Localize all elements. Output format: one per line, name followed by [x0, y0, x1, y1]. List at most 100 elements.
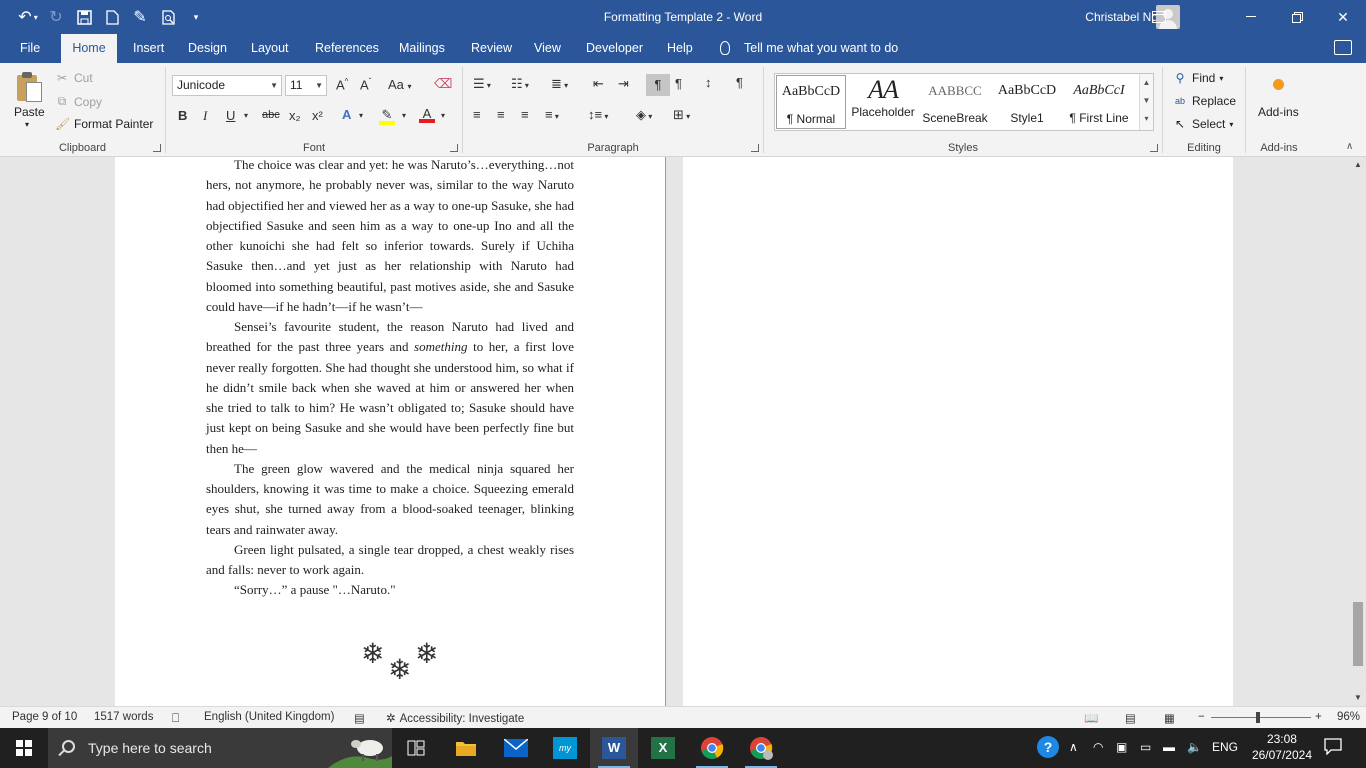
document-body[interactable]: The choice was clear and yet: he was Nar… — [206, 157, 574, 601]
style-normal[interactable]: AaBbCcD ¶ Normal — [776, 75, 846, 129]
tab-insert[interactable]: Insert — [123, 34, 174, 63]
decrease-indent-icon[interactable]: ⇤ — [593, 76, 604, 92]
replace-button[interactable]: ab Replace — [1173, 94, 1236, 108]
bold-button[interactable]: B — [178, 108, 187, 123]
tab-home[interactable]: Home — [61, 34, 117, 63]
zoom-slider[interactable] — [1211, 717, 1311, 718]
zoom-in-icon[interactable]: + — [1315, 711, 1322, 723]
page-10[interactable] — [683, 157, 1233, 706]
start-button[interactable] — [0, 728, 48, 768]
show-formatting-icon[interactable]: ¶ — [736, 75, 743, 90]
minimize-icon[interactable] — [1228, 0, 1274, 34]
myhp-icon[interactable]: my — [541, 728, 589, 768]
justify-icon[interactable]: ≡ ▾ — [545, 107, 559, 122]
zoom-out-icon[interactable]: − — [1198, 711, 1205, 723]
zoom-level[interactable]: 96% — [1337, 711, 1360, 723]
accessibility-status[interactable]: ✲ Accessibility: Investigate — [386, 711, 524, 725]
page-count[interactable]: Page 9 of 10 — [12, 711, 77, 723]
highlight-icon[interactable]: ✎ — [379, 107, 395, 125]
style-scenebreak[interactable]: AABBCC SceneBreak — [920, 75, 990, 129]
tab-review[interactable]: Review — [461, 34, 522, 63]
display-icon[interactable]: ▭ — [1140, 740, 1151, 754]
tab-view[interactable]: View — [524, 34, 571, 63]
excel-app-icon[interactable]: X — [639, 728, 687, 768]
numbering-icon[interactable]: ☷ ▾ — [511, 76, 529, 92]
font-dialog-launcher[interactable] — [450, 144, 458, 152]
wifi-icon[interactable]: ◠ — [1093, 740, 1103, 754]
styles-dialog-launcher[interactable] — [1150, 144, 1158, 152]
macro-icon[interactable]: ▤ — [354, 711, 365, 725]
camera-icon[interactable]: ▣ — [1116, 740, 1127, 754]
style-first-line[interactable]: AaBbCcI ¶ First Line — [1064, 75, 1134, 129]
paste-button[interactable]: Paste — [14, 105, 45, 119]
input-language[interactable]: ENG — [1212, 740, 1238, 754]
scroll-thumb[interactable] — [1353, 602, 1363, 666]
change-case-button[interactable]: Aa ▾ — [388, 77, 412, 92]
task-view-icon[interactable] — [392, 728, 440, 768]
web-layout-icon[interactable]: ▦ — [1164, 711, 1175, 725]
align-right-icon[interactable]: ≡ — [521, 107, 529, 122]
close-icon[interactable]: ✕ — [1320, 0, 1366, 34]
scroll-up-icon[interactable]: ▲ — [1350, 157, 1366, 173]
restore-icon[interactable] — [1274, 0, 1320, 34]
text-effects-dropdown-icon[interactable]: ▾ — [359, 111, 363, 120]
shading-icon[interactable]: ◈ ▾ — [636, 107, 652, 123]
more-styles-icon[interactable]: ▾ — [1140, 110, 1153, 128]
help-icon[interactable]: ? — [1037, 736, 1059, 758]
chevron-up-icon[interactable]: ▲ — [1140, 74, 1153, 92]
find-button[interactable]: ⚲ Find ▾ — [1173, 71, 1224, 85]
paragraph-dialog-launcher[interactable] — [751, 144, 759, 152]
clipboard-dialog-launcher[interactable] — [153, 144, 161, 152]
tab-developer[interactable]: Developer — [576, 34, 653, 63]
shrink-font-button[interactable]: Aˇ — [360, 77, 371, 92]
volume-icon[interactable]: 🔈 — [1187, 740, 1202, 754]
draw-icon[interactable]: ✎ — [126, 3, 154, 31]
bullets-icon[interactable]: ☰ ▾ — [473, 76, 491, 92]
cut-button[interactable]: ✂ Cut — [55, 71, 93, 85]
italic-button[interactable]: I — [203, 108, 207, 124]
redo-icon[interactable]: ↻ — [42, 3, 70, 31]
line-spacing-icon[interactable]: ↕≡ ▾ — [588, 107, 608, 122]
borders-icon[interactable]: ⊞ ▾ — [673, 107, 690, 123]
paste-dropdown-icon[interactable]: ▾ — [25, 120, 29, 129]
tab-file[interactable]: File — [10, 34, 50, 63]
page-9[interactable]: The choice was clear and yet: he was Nar… — [115, 157, 665, 706]
battery-icon[interactable]: ▬ — [1163, 740, 1175, 754]
print-preview-icon[interactable] — [154, 3, 182, 31]
language-status[interactable]: English (United Kingdom) — [204, 711, 334, 723]
select-button[interactable]: ↖ Select ▾ — [1173, 117, 1233, 131]
mail-icon[interactable] — [492, 728, 540, 768]
save-icon[interactable] — [70, 3, 98, 31]
word-app-icon[interactable]: W — [590, 728, 638, 768]
taskbar-search[interactable]: Type here to search — [48, 728, 392, 768]
underline-dropdown-icon[interactable]: ▾ — [244, 111, 248, 120]
multilevel-list-icon[interactable]: ≣ ▾ — [551, 76, 568, 92]
subscript-button[interactable]: x₂ — [289, 108, 301, 123]
addins-button[interactable]: Add-ins — [1258, 105, 1299, 119]
chrome-icon[interactable] — [688, 728, 736, 768]
chevron-up-icon[interactable]: ∧ — [1069, 740, 1078, 754]
word-count[interactable]: 1517 words — [94, 711, 153, 723]
font-size-combo[interactable]: 11 ▼ — [285, 75, 327, 96]
paste-icon[interactable] — [15, 71, 45, 103]
rtl-icon[interactable]: ¶ — [675, 76, 682, 91]
increase-indent-icon[interactable]: ⇥ — [618, 76, 629, 92]
chrome-profile-icon[interactable] — [737, 728, 785, 768]
chevron-down-icon[interactable]: ▼ — [1140, 92, 1153, 110]
scroll-down-icon[interactable]: ▼ — [1350, 690, 1366, 706]
tab-help[interactable]: Help — [657, 34, 703, 63]
vertical-scrollbar[interactable]: ▲ ▼ — [1350, 157, 1366, 706]
read-mode-icon[interactable]: 📖 — [1084, 711, 1098, 725]
format-painter-button[interactable]: 🖌 Format Painter — [55, 117, 153, 131]
strikethrough-button[interactable]: abc — [262, 109, 280, 121]
customize-qat-icon[interactable]: ▾ — [182, 3, 210, 31]
underline-button[interactable]: U — [226, 108, 235, 123]
align-left-icon[interactable]: ≡ — [473, 107, 481, 122]
styles-scroll[interactable]: ▲ ▼ ▾ — [1139, 74, 1153, 130]
tab-layout[interactable]: Layout — [241, 34, 299, 63]
tab-design[interactable]: Design — [178, 34, 237, 63]
zoom-slider-thumb[interactable] — [1256, 712, 1260, 723]
tell-me-search[interactable]: Tell me what you want to do — [720, 34, 898, 63]
ltr-icon[interactable]: ¶ — [646, 74, 670, 96]
align-center-icon[interactable]: ≡ — [497, 107, 505, 122]
